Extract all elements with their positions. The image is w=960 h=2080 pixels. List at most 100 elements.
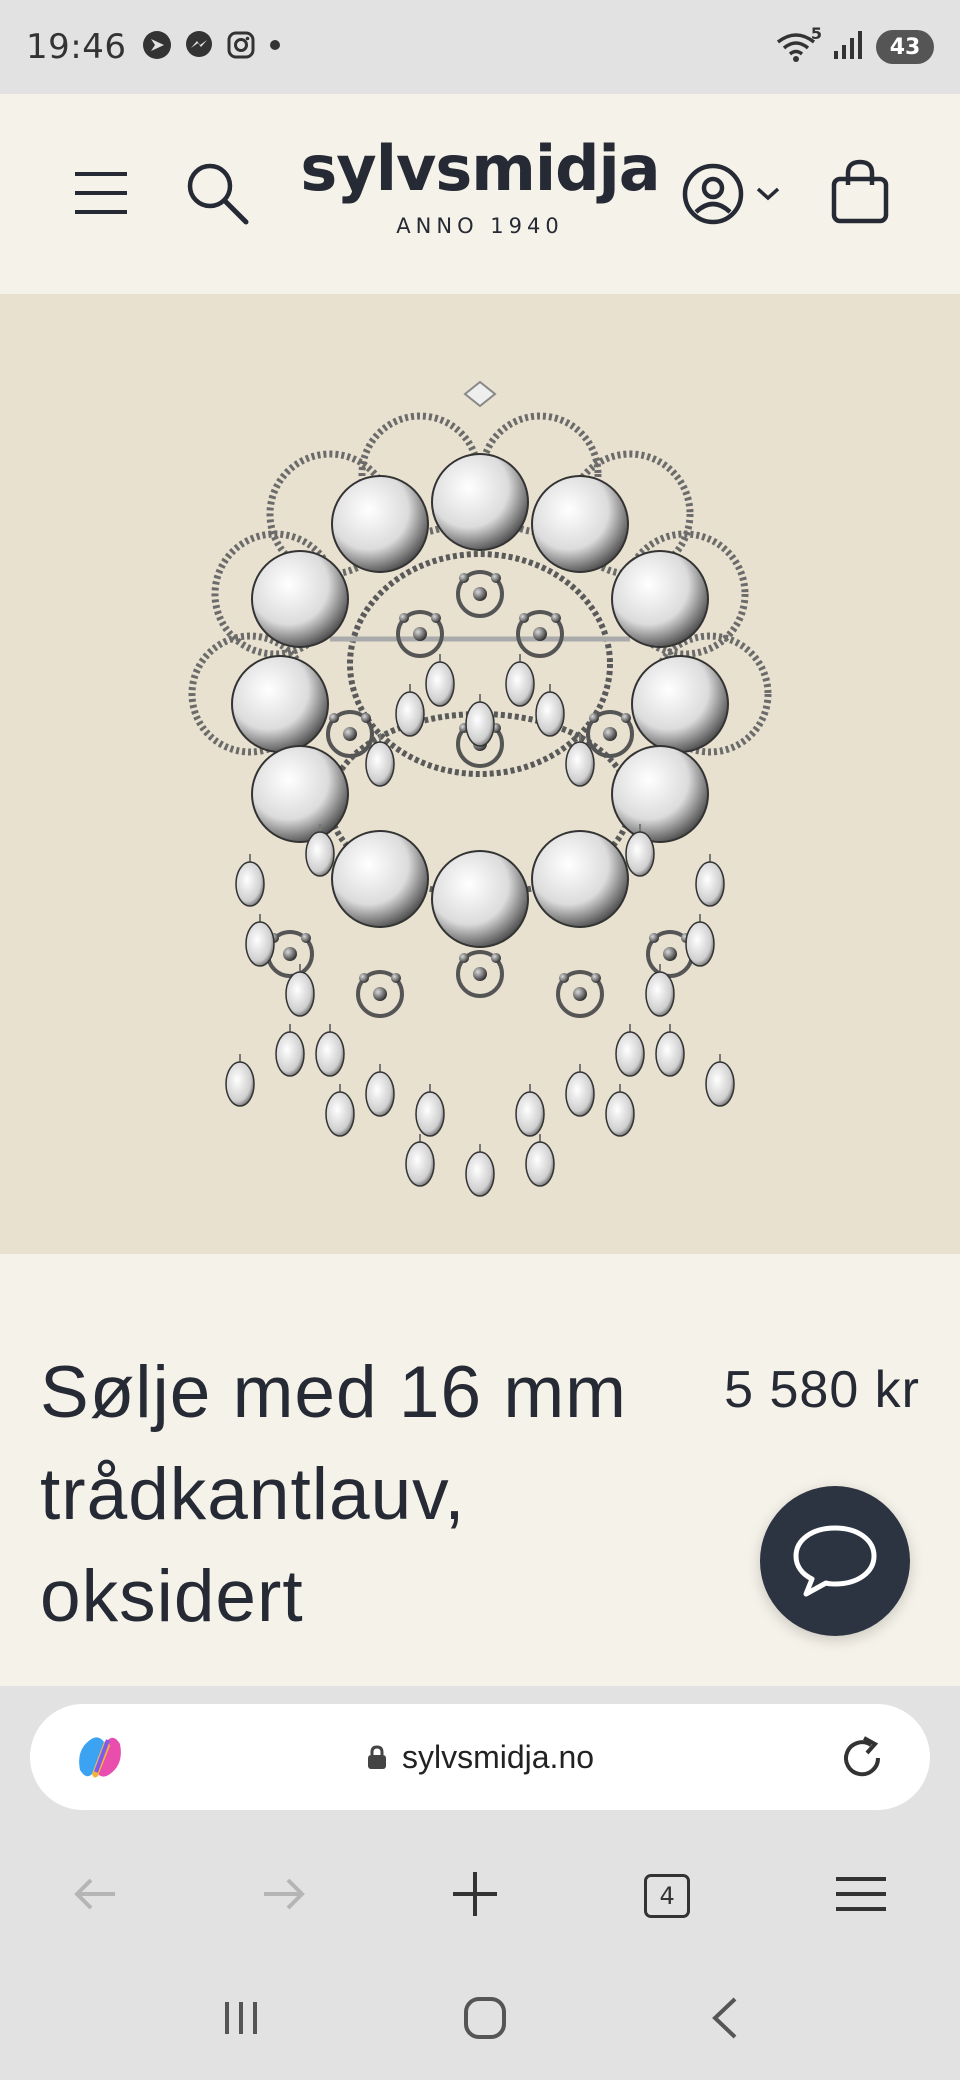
- chat-button[interactable]: [760, 1486, 910, 1636]
- instagram-icon: [226, 30, 256, 65]
- silver-drop: [645, 971, 675, 1017]
- silver-disc: [631, 655, 729, 753]
- home-icon[interactable]: [463, 1996, 507, 2045]
- silver-disc: [331, 830, 429, 928]
- messenger-icon: [184, 30, 214, 65]
- silver-bead: [591, 973, 601, 983]
- silver-drop: [365, 1071, 395, 1117]
- silver-bead: [283, 947, 297, 961]
- silver-drop: [525, 1141, 555, 1187]
- product-info: Sølje med 16 mm trådkantlauv, oksidert 5…: [0, 1254, 960, 1686]
- search-button[interactable]: [180, 156, 254, 230]
- status-time: 19:46: [26, 27, 127, 67]
- tabs-icon[interactable]: 4: [644, 1874, 691, 1918]
- notification-icons: [142, 30, 282, 65]
- menu-button[interactable]: [66, 158, 136, 228]
- recent-apps-icon[interactable]: [221, 1998, 261, 2043]
- silver-drop: [285, 971, 315, 1017]
- silver-disc: [531, 830, 629, 928]
- silver-bead: [361, 713, 371, 723]
- chevron-down-icon: [756, 187, 780, 201]
- account-icon: [682, 163, 744, 225]
- silver-brooch-illustration: [188, 380, 772, 1197]
- wifi-icon: 5: [776, 24, 822, 64]
- url-display[interactable]: sylvsmidja.no: [30, 1704, 930, 1810]
- reload-icon[interactable]: [838, 1734, 886, 1787]
- silver-bead: [459, 573, 469, 583]
- silver-drop: [605, 1091, 635, 1137]
- silver-drop: [235, 861, 265, 907]
- silver-bead: [491, 573, 501, 583]
- silver-drop: [505, 661, 535, 707]
- forward-icon[interactable]: [262, 1876, 306, 1917]
- system-back-icon[interactable]: [709, 1996, 739, 2045]
- silver-bead: [391, 973, 401, 983]
- wifi-badge: 5: [810, 24, 822, 43]
- silver-drop: [565, 1071, 595, 1117]
- product-title: Sølje med 16 mm trådkantlauv, oksidert: [40, 1352, 627, 1637]
- menu-icon: [75, 172, 127, 214]
- chat-bubble-icon: [793, 1525, 877, 1597]
- silver-drop: [325, 1091, 355, 1137]
- silver-bead: [399, 613, 409, 623]
- signal-icon: [832, 29, 864, 66]
- cart-icon: [831, 159, 889, 224]
- silver-bead: [373, 987, 387, 1001]
- silver-drop: [465, 1151, 495, 1197]
- silver-drop: [685, 921, 715, 967]
- silver-bead: [663, 947, 677, 961]
- status-bar: 19:46 5 43: [0, 0, 960, 94]
- silver-bead: [359, 973, 369, 983]
- cart-button[interactable]: [822, 154, 898, 230]
- silver-bead: [533, 627, 547, 641]
- silver-bead: [491, 953, 501, 963]
- silver-drop: [615, 1031, 645, 1077]
- silver-drop: [225, 1061, 255, 1107]
- silver-drop: [365, 741, 395, 787]
- silver-bead: [603, 727, 617, 741]
- silver-drop: [695, 861, 725, 907]
- silver-bead: [431, 613, 441, 623]
- url-text: sylvsmidja.no: [401, 1738, 595, 1775]
- silver-disc: [431, 453, 529, 551]
- silver-disc: [251, 550, 349, 648]
- silver-disc: [331, 475, 429, 573]
- silver-bead: [343, 727, 357, 741]
- silver-disc: [251, 745, 349, 843]
- silver-bead: [473, 587, 487, 601]
- lock-icon: [367, 1745, 386, 1769]
- address-bar[interactable]: sylvsmidja.no: [30, 1704, 930, 1810]
- silver-bead: [559, 973, 569, 983]
- silver-drop: [315, 1031, 345, 1077]
- silver-bead: [573, 987, 587, 1001]
- product-price: 5 580 kr: [724, 1361, 920, 1419]
- silver-drop: [275, 1031, 305, 1077]
- system-nav-bar: [0, 1960, 960, 2080]
- new-tab-icon[interactable]: [451, 1870, 499, 1923]
- silver-bead: [589, 713, 599, 723]
- silver-drop: [515, 1091, 545, 1137]
- silver-drop: [415, 1091, 445, 1137]
- dot-icon: [268, 38, 282, 57]
- silver-drop: [625, 831, 655, 877]
- screen: 19:46 5 43 sylvsmidja ANNO 1940 Sølje me…: [0, 0, 960, 2080]
- silver-drop: [655, 1031, 685, 1077]
- silver-drop: [705, 1061, 735, 1107]
- browser-menu-icon[interactable]: [835, 1874, 887, 1919]
- silver-disc: [531, 475, 629, 573]
- product-image[interactable]: [0, 294, 960, 1254]
- account-button[interactable]: [676, 154, 786, 234]
- silver-bead: [649, 933, 659, 943]
- silver-drop: [305, 831, 335, 877]
- filigree-point: [463, 380, 497, 408]
- direct-icon: [142, 30, 172, 65]
- system-indicators: 5 43: [776, 24, 934, 66]
- silver-disc: [611, 745, 709, 843]
- logo-wordmark: sylvsmidja: [300, 132, 660, 205]
- silver-drop: [565, 741, 595, 787]
- search-icon: [187, 163, 249, 225]
- silver-bead: [519, 613, 529, 623]
- site-logo[interactable]: sylvsmidja ANNO 1940: [0, 132, 960, 239]
- silver-bead: [301, 933, 311, 943]
- back-icon[interactable]: [73, 1876, 117, 1917]
